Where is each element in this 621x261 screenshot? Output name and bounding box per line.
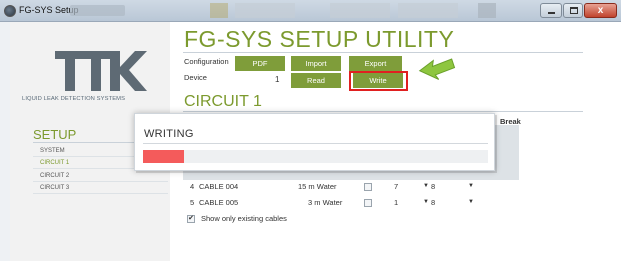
device-label: Device (184, 73, 207, 82)
circuit-title: CIRCUIT 1 (184, 93, 262, 110)
writing-dialog: WRITING (134, 113, 495, 171)
sidebar-item-circuit-3[interactable]: CIRCUIT 3 (33, 183, 168, 194)
read-button[interactable]: Read (291, 73, 341, 88)
pointer-arrow-icon (418, 58, 456, 80)
blurred-taskbar-item (210, 3, 228, 18)
ttk-logo (55, 51, 147, 91)
blurred-taskbar-item (478, 3, 496, 18)
sidebar-title: SETUP (33, 127, 77, 142)
chevron-down-icon[interactable]: ▼ (468, 199, 474, 205)
chevron-down-icon[interactable]: ▼ (468, 183, 474, 189)
blurred-taskbar-item (70, 5, 125, 16)
cable-value-select[interactable]: 8 (431, 198, 435, 207)
title-bar: FG-SYS Setup x (0, 0, 621, 22)
cable-length: 15 m Water (298, 182, 337, 191)
page-title: FG-SYS SETUP UTILITY (184, 26, 455, 52)
cable-checkbox[interactable] (364, 199, 372, 207)
table-row: 4 CABLE 004 15 m Water 7 ▼ 8 ▼ (183, 182, 513, 194)
dialog-title: WRITING (144, 128, 194, 140)
cable-number: 4 (190, 182, 195, 191)
cable-name: CABLE 004 (199, 182, 239, 191)
table-row: 5 CABLE 005 3 m Water 1 ▼ 8 ▼ (183, 198, 513, 210)
chevron-down-icon[interactable]: ▼ (423, 183, 429, 189)
cable-value-select[interactable]: 8 (431, 182, 435, 191)
device-value[interactable]: 1 (275, 75, 279, 84)
progress-bar (143, 150, 488, 163)
app-icon (4, 5, 16, 17)
divider (183, 111, 583, 112)
progress-fill (143, 150, 185, 163)
cable-id-select[interactable]: 7 (394, 182, 398, 191)
minimize-button[interactable] (540, 3, 562, 18)
blurred-taskbar-item (398, 3, 458, 18)
maximize-icon (570, 7, 578, 14)
cable-checkbox[interactable] (364, 183, 372, 191)
cable-id-select[interactable]: 1 (394, 198, 398, 207)
divider (183, 52, 583, 53)
chevron-down-icon[interactable]: ▼ (423, 199, 429, 205)
pdf-button[interactable]: PDF (235, 56, 285, 71)
import-button[interactable]: Import (291, 56, 341, 71)
write-highlight-box (349, 71, 408, 91)
blurred-taskbar-item (235, 3, 295, 18)
configuration-label: Configuration (184, 57, 229, 66)
brand-tagline: LIQUID LEAK DETECTION SYSTEMS (22, 96, 126, 102)
cable-number: 5 (190, 198, 195, 207)
divider (143, 143, 488, 144)
minimize-icon (548, 12, 555, 14)
close-button[interactable]: x (584, 3, 617, 18)
maximize-button[interactable] (563, 3, 583, 18)
app-window: FG-SYS Setup x LIQUID LEAK DETECTION SYS… (0, 0, 621, 261)
cable-name: CABLE 005 (199, 198, 239, 207)
export-button[interactable]: Export (349, 56, 402, 71)
show-existing-label: Show only existing cables (201, 214, 287, 223)
close-icon: x (597, 5, 604, 16)
cable-length: 3 m Water (308, 198, 343, 207)
show-existing-checkbox[interactable]: ✔ (187, 215, 195, 223)
blurred-taskbar-item (330, 3, 390, 18)
